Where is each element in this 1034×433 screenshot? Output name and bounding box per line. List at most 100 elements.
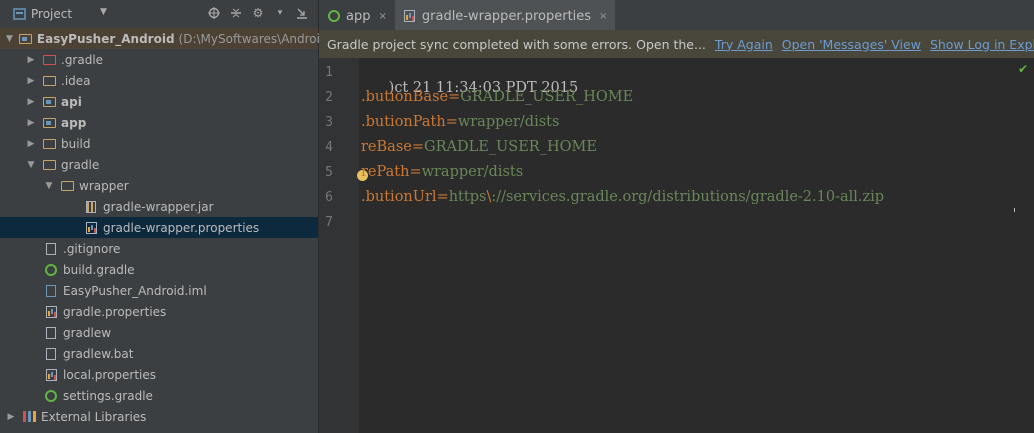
excluded-folder-icon	[42, 53, 56, 67]
jar-file-icon	[84, 200, 98, 214]
text-file-icon	[44, 326, 58, 340]
check-icon: ✔	[1017, 62, 1028, 76]
line-number: 7	[325, 215, 333, 230]
equals-sign: =	[448, 89, 461, 105]
collapsed-arrow-icon[interactable]: ▶	[6, 412, 16, 422]
code-line: .butionPath=wrapper/dists	[361, 114, 559, 130]
tree-item-external-libraries[interactable]: ▶ External Libraries	[0, 406, 318, 427]
text-caret	[1014, 208, 1015, 212]
tree-item-gradle[interactable]: ▼ gradle	[0, 154, 318, 175]
hide-panel-icon[interactable]	[294, 5, 310, 21]
code-line: rePath=wrapper/dists	[361, 164, 523, 180]
property-value: wrapper/dists	[457, 114, 560, 130]
editor-tabs: app × gradle-wrapper.properties ×	[319, 0, 1034, 31]
sync-notification-bar: Gradle project sync completed with some …	[319, 30, 1034, 58]
tree-item-label: .idea	[61, 73, 91, 88]
module-folder-icon	[42, 116, 56, 130]
tree-item-dot-gradle[interactable]: ▶ .gradle	[0, 49, 318, 70]
property-key: .butionBase	[361, 89, 449, 105]
module-folder-icon	[42, 95, 56, 109]
collapsed-arrow-icon[interactable]: ▶	[26, 97, 36, 107]
property-key: .butionPath	[361, 114, 446, 130]
close-icon[interactable]: ×	[378, 11, 386, 22]
tree-item-label: build	[61, 136, 91, 151]
line-number: 1	[325, 65, 333, 80]
tree-item-label: External Libraries	[41, 409, 147, 424]
tree-item-label: gradlew.bat	[63, 346, 134, 361]
tab-app[interactable]: app ×	[319, 2, 395, 30]
project-panel-header: Project ▼ ⚙ ▾	[0, 0, 318, 29]
code-editor[interactable]: 1 2 3 4 5 6 7 )ct 21 11:34:03 PDT 2015 .…	[319, 58, 1034, 433]
tree-item-label: .gradle	[61, 52, 104, 67]
tree-item-build[interactable]: ▶ build	[0, 133, 318, 154]
tree-item-gitignore[interactable]: .gitignore	[0, 238, 318, 259]
line-number: 6	[325, 190, 333, 205]
code-line: .butionBase=GRADLE_USER_HOME	[361, 89, 633, 105]
tree-item-wrapper[interactable]: ▼ wrapper	[0, 175, 318, 196]
gear-icon[interactable]: ⚙	[250, 5, 266, 21]
tree-item-label: wrapper	[79, 178, 129, 193]
tree-item-build-gradle[interactable]: build.gradle	[0, 259, 318, 280]
collapsed-arrow-icon[interactable]: ▶	[26, 118, 36, 128]
project-path: (D:\MySoftwares\Android	[178, 31, 328, 46]
tree-item-label: local.properties	[63, 367, 157, 382]
iml-file-icon	[44, 284, 58, 298]
gear-dropdown-icon[interactable]: ▾	[272, 5, 288, 21]
collapsed-arrow-icon[interactable]: ▶	[26, 55, 36, 65]
line-number: 5	[325, 165, 333, 180]
collapsed-arrow-icon[interactable]: ▶	[26, 139, 36, 149]
property-key: .butionUrl	[361, 189, 437, 205]
project-view-selector[interactable]: Project	[12, 7, 72, 21]
tree-item-gradle-properties[interactable]: gradle.properties	[0, 301, 318, 322]
tree-item-label: EasyPusher_Android	[36, 31, 175, 46]
tree-item-label: app	[61, 115, 87, 130]
tree-item-local-properties[interactable]: local.properties	[0, 364, 318, 385]
equals-sign: =	[409, 164, 422, 180]
tree-item-settings-gradle[interactable]: settings.gradle	[0, 385, 318, 406]
tree-item-api[interactable]: ▶ api	[0, 91, 318, 112]
collapse-all-icon[interactable]	[228, 5, 244, 21]
gradle-icon	[44, 389, 58, 403]
code-line: reBase=GRADLE_USER_HOME	[361, 139, 597, 155]
tree-item-gradlew[interactable]: gradlew	[0, 322, 318, 343]
tab-label: gradle-wrapper.properties	[421, 8, 592, 24]
expanded-arrow-icon[interactable]: ▼	[26, 160, 36, 170]
tree-item-gradle-wrapper-jar[interactable]: gradle-wrapper.jar	[0, 196, 318, 217]
tree-item-dot-idea[interactable]: ▶ .idea	[0, 70, 318, 91]
tree-item-easypusher-android[interactable]: ▼ EasyPusher_Android (D:\MySoftwares\And…	[0, 28, 328, 49]
close-icon[interactable]: ×	[599, 11, 607, 22]
tab-gradle-wrapper-properties[interactable]: gradle-wrapper.properties ×	[394, 0, 616, 30]
code-line: .butionUrl=https\://services.gradle.org/…	[361, 189, 884, 205]
tree-item-label: gradle-wrapper.properties	[103, 220, 260, 235]
tree-item-label: EasyPusher_Android.iml	[63, 283, 207, 298]
line-number: 2	[325, 90, 333, 105]
property-value: GRADLE_USER_HOME	[424, 139, 597, 155]
tree-item-gradlew-bat[interactable]: gradlew.bat	[0, 343, 318, 364]
line-number: 4	[325, 140, 333, 155]
tree-item-label: gradle	[61, 157, 100, 172]
expanded-arrow-icon[interactable]: ▼	[44, 181, 54, 191]
equals-sign: =	[436, 189, 449, 205]
tree-item-label: gradle-wrapper.jar	[103, 199, 214, 214]
equals-sign: =	[445, 114, 458, 130]
tree-item-easypusher-iml[interactable]: EasyPusher_Android.iml	[0, 280, 318, 301]
tree-item-app[interactable]: ▶ app	[0, 112, 318, 133]
properties-file-icon	[403, 9, 417, 23]
tree-item-gradle-wrapper-properties[interactable]: gradle-wrapper.properties	[0, 217, 318, 238]
gradle-icon	[327, 9, 341, 23]
chevron-down-icon[interactable]: ▼	[100, 7, 107, 17]
open-messages-view-link[interactable]: Open 'Messages' View	[782, 37, 921, 52]
expanded-arrow-icon[interactable]: ▼	[6, 34, 13, 44]
line-number-gutter: 1 2 3 4 5 6 7	[319, 58, 359, 433]
folder-icon	[42, 137, 56, 151]
property-key: reBase	[361, 139, 412, 155]
try-again-link[interactable]: Try Again	[715, 37, 773, 52]
locate-icon[interactable]	[206, 5, 222, 21]
collapsed-arrow-icon[interactable]: ▶	[26, 76, 36, 86]
gradle-icon	[44, 263, 58, 277]
text-file-icon	[44, 347, 58, 361]
property-value: https	[448, 189, 487, 205]
tree-item-label: build.gradle	[63, 262, 135, 277]
notification-message: Gradle project sync completed with some …	[327, 36, 706, 52]
show-log-in-explorer-link[interactable]: Show Log in Explorer	[930, 37, 1034, 52]
